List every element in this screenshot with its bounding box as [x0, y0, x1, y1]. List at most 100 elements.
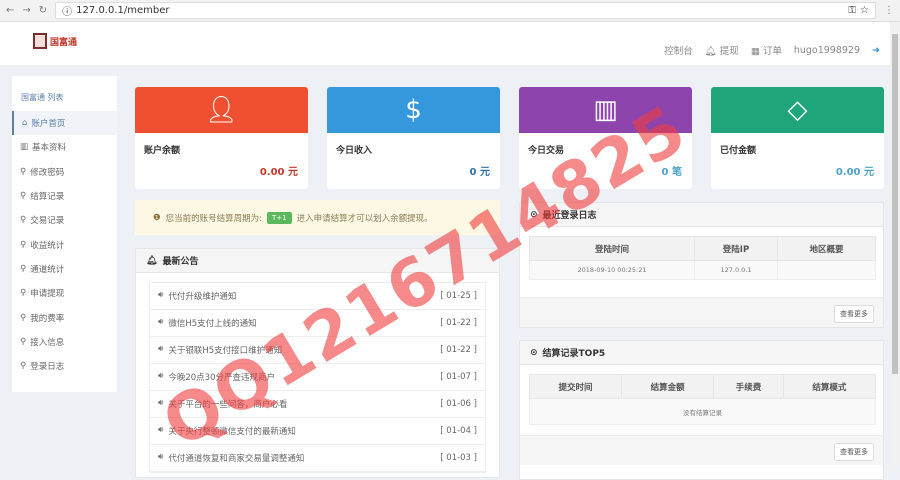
diamond-icon: ◇: [787, 95, 808, 125]
alert-prefix: 您当前的账号结算周期为:: [165, 213, 262, 224]
table-row: 2018-09-10 00:25:21 127.0.0.1: [529, 260, 876, 280]
back-icon[interactable]: ←: [6, 5, 14, 16]
bar-chart-icon: ▥: [593, 95, 618, 125]
login-ip: 127.0.0.1: [694, 260, 778, 280]
sidebar: 国富通 列表 ⌂ 账户首页 ▥ 基本资料 ⚲ 修改密码 ⚲ 结算记录 ⚲ 交易记录 ⚲ 收益统计 ⚲ 通道…: [12, 76, 117, 392]
sidebar-item[interactable]: ⚲ 交易记录: [12, 208, 117, 232]
key-icon: ⚲: [20, 239, 27, 250]
speaker-icon: 🔊︎: [158, 452, 164, 462]
column-header: 手续费: [713, 374, 784, 399]
sidebar-item-label: 修改密码: [30, 167, 65, 178]
sidebar-item[interactable]: ⌂ 账户首页: [12, 111, 117, 136]
sidebar-item-label: 登录日志: [30, 362, 65, 373]
notice-title[interactable]: 关于银联H5支付接口维护通知: [168, 344, 282, 356]
column-header: 地区概要: [777, 236, 876, 261]
nav-dashboard[interactable]: 控制台: [664, 43, 693, 57]
key-icon: ⚲: [20, 215, 27, 226]
stat-card: ▥ 今日交易 0 笔: [519, 87, 692, 189]
key-icon: ⚲: [20, 166, 27, 177]
sidebar-item[interactable]: ⚲ 修改密码: [12, 160, 117, 184]
key-icon: ⚲: [20, 361, 27, 372]
menu-icon[interactable]: ⋮: [884, 5, 894, 16]
logo[interactable]: 国富通: [33, 33, 77, 49]
scrollbar[interactable]: [890, 22, 900, 466]
speaker-icon: 🔊︎: [158, 290, 164, 300]
settlement-table: 提交时间 结算金额 手续费 结算模式 没有结算记录: [528, 374, 877, 425]
nav-withdraw[interactable]: 🔔︎ 提现: [705, 43, 739, 57]
notice-item[interactable]: 🔊︎ 今晚20点30分严查违规商户 [ 01-07 ]: [150, 364, 485, 391]
panel-title: 最新公告: [162, 257, 199, 267]
logout-icon[interactable]: ➜: [872, 45, 880, 56]
sidebar-item[interactable]: ⚲ 通道统计: [12, 257, 117, 281]
sidebar-item[interactable]: ⚲ 接入信息: [12, 330, 117, 354]
info-icon: ❶: [153, 212, 161, 223]
username[interactable]: hugo1998929: [794, 45, 860, 56]
column-header: 结算金额: [621, 374, 715, 399]
notice-date: [ 01-06 ]: [440, 399, 477, 409]
alert-suffix: 进入申请结算才可以划入余额提现。: [296, 213, 433, 224]
notice-title[interactable]: 微信H5支付上线的通知: [168, 317, 256, 329]
empty-message: 没有结算记录: [529, 398, 876, 425]
address-bar[interactable]: ⓘ 127.0.0.1/member ⚿ ☆: [55, 2, 876, 19]
notice-item[interactable]: 🔊︎ 微信H5支付上线的通知 [ 01-22 ]: [150, 310, 485, 337]
stat-label: 今日交易: [528, 146, 565, 156]
speaker-icon: 🔊︎: [158, 317, 164, 327]
sidebar-title: 国富通 列表: [21, 93, 64, 102]
stat-card: ◇ 已付金额 0.00 元: [711, 87, 884, 189]
login-region: [777, 260, 876, 280]
forward-icon[interactable]: →: [22, 5, 30, 16]
nav-orders[interactable]: ▦ 订单: [751, 43, 782, 57]
panel-title: 最近登录日志: [542, 211, 597, 221]
notice-item[interactable]: 🔊︎ 关于央行整顿微信支付的最新通知 [ 01-04 ]: [150, 418, 485, 445]
sidebar-item[interactable]: ⚲ 收益统计: [12, 232, 117, 256]
login-log-panel: ⊙ 最近登录日志 登陆时间 登陆IP 地区概要 2018-09-10 00:25:21…: [519, 202, 884, 328]
login-time: 2018-09-10 00:25:21: [529, 260, 695, 280]
notice-item[interactable]: 🔊︎ 代付升级维护通知 [ 01-25 ]: [150, 283, 485, 310]
scrollbar-thumb[interactable]: [892, 34, 898, 374]
logo-text: 国富通: [50, 37, 78, 48]
bell-icon: 🔔︎: [146, 255, 158, 266]
notice-title[interactable]: 关于央行整顿微信支付的最新通知: [168, 425, 296, 437]
dollar-icon: $: [405, 95, 422, 125]
clock-icon: ⊙: [530, 209, 538, 220]
notice-title[interactable]: 今晚20点30分严查违规商户: [168, 371, 275, 383]
browser-toolbar: ← → ↻ ⓘ 127.0.0.1/member ⚿ ☆ ⋮: [0, 0, 900, 22]
home-icon: ⌂: [22, 118, 28, 129]
clock-icon: ⊙: [530, 347, 538, 358]
settlement-alert: ❶ 您当前的账号结算周期为: T+1 进入申请结算才可以划入余额提现。: [135, 200, 500, 235]
notice-title[interactable]: 关于平台的一些问答，商户必看: [168, 398, 287, 410]
sidebar-item-label: 收益统计: [30, 240, 65, 251]
sidebar-item-label: 结算记录: [30, 192, 65, 203]
speaker-icon: 🔊︎: [158, 425, 164, 435]
key-icon[interactable]: ⚿: [848, 5, 856, 16]
star-icon[interactable]: ☆: [860, 5, 869, 16]
sidebar-item-label: 交易记录: [30, 216, 65, 227]
notice-date: [ 01-22 ]: [440, 318, 477, 328]
key-icon: ⚲: [20, 263, 27, 274]
key-icon: ⚲: [20, 191, 27, 202]
view-more-button[interactable]: 查看更多: [834, 305, 874, 323]
column-header: 结算模式: [782, 374, 877, 399]
stat-card: $ 今日收入 0 元: [327, 87, 500, 189]
sidebar-item[interactable]: ▥ 基本资料: [12, 135, 117, 159]
stat-value: 0 笔: [661, 167, 682, 178]
sidebar-item-label: 申请提现: [30, 289, 65, 300]
view-more-button[interactable]: 查看更多: [834, 443, 874, 461]
stat-value: 0.00 元: [259, 167, 298, 178]
notice-title[interactable]: 代付升级维护通知: [168, 290, 236, 302]
sidebar-item[interactable]: ⚲ 登录日志: [12, 354, 117, 378]
column-header: 登陆IP: [694, 236, 778, 261]
sidebar-item[interactable]: ⚲ 结算记录: [12, 184, 117, 208]
speaker-icon: 🔊︎: [158, 398, 164, 408]
column-header: 登陆时间: [529, 236, 695, 261]
notice-item[interactable]: 🔊︎ 代付通道恢复和商家交易量调整通知 [ 01-03 ]: [150, 445, 485, 472]
notice-item[interactable]: 🔊︎ 关于平台的一些问答，商户必看 [ 01-06 ]: [150, 391, 485, 418]
reload-icon[interactable]: ↻: [39, 5, 47, 16]
notice-title[interactable]: 代付通道恢复和商家交易量调整通知: [168, 452, 304, 464]
stat-label: 账户余额: [144, 146, 181, 156]
sidebar-item[interactable]: ⚲ 申请提现: [12, 281, 117, 305]
notice-item[interactable]: 🔊︎ 关于银联H5支付接口维护通知 [ 01-22 ]: [150, 337, 485, 364]
stat-value: 0 元: [469, 167, 490, 178]
calendar-icon: ▦: [750, 46, 763, 57]
sidebar-item[interactable]: ⚲ 我的费率: [12, 305, 117, 329]
